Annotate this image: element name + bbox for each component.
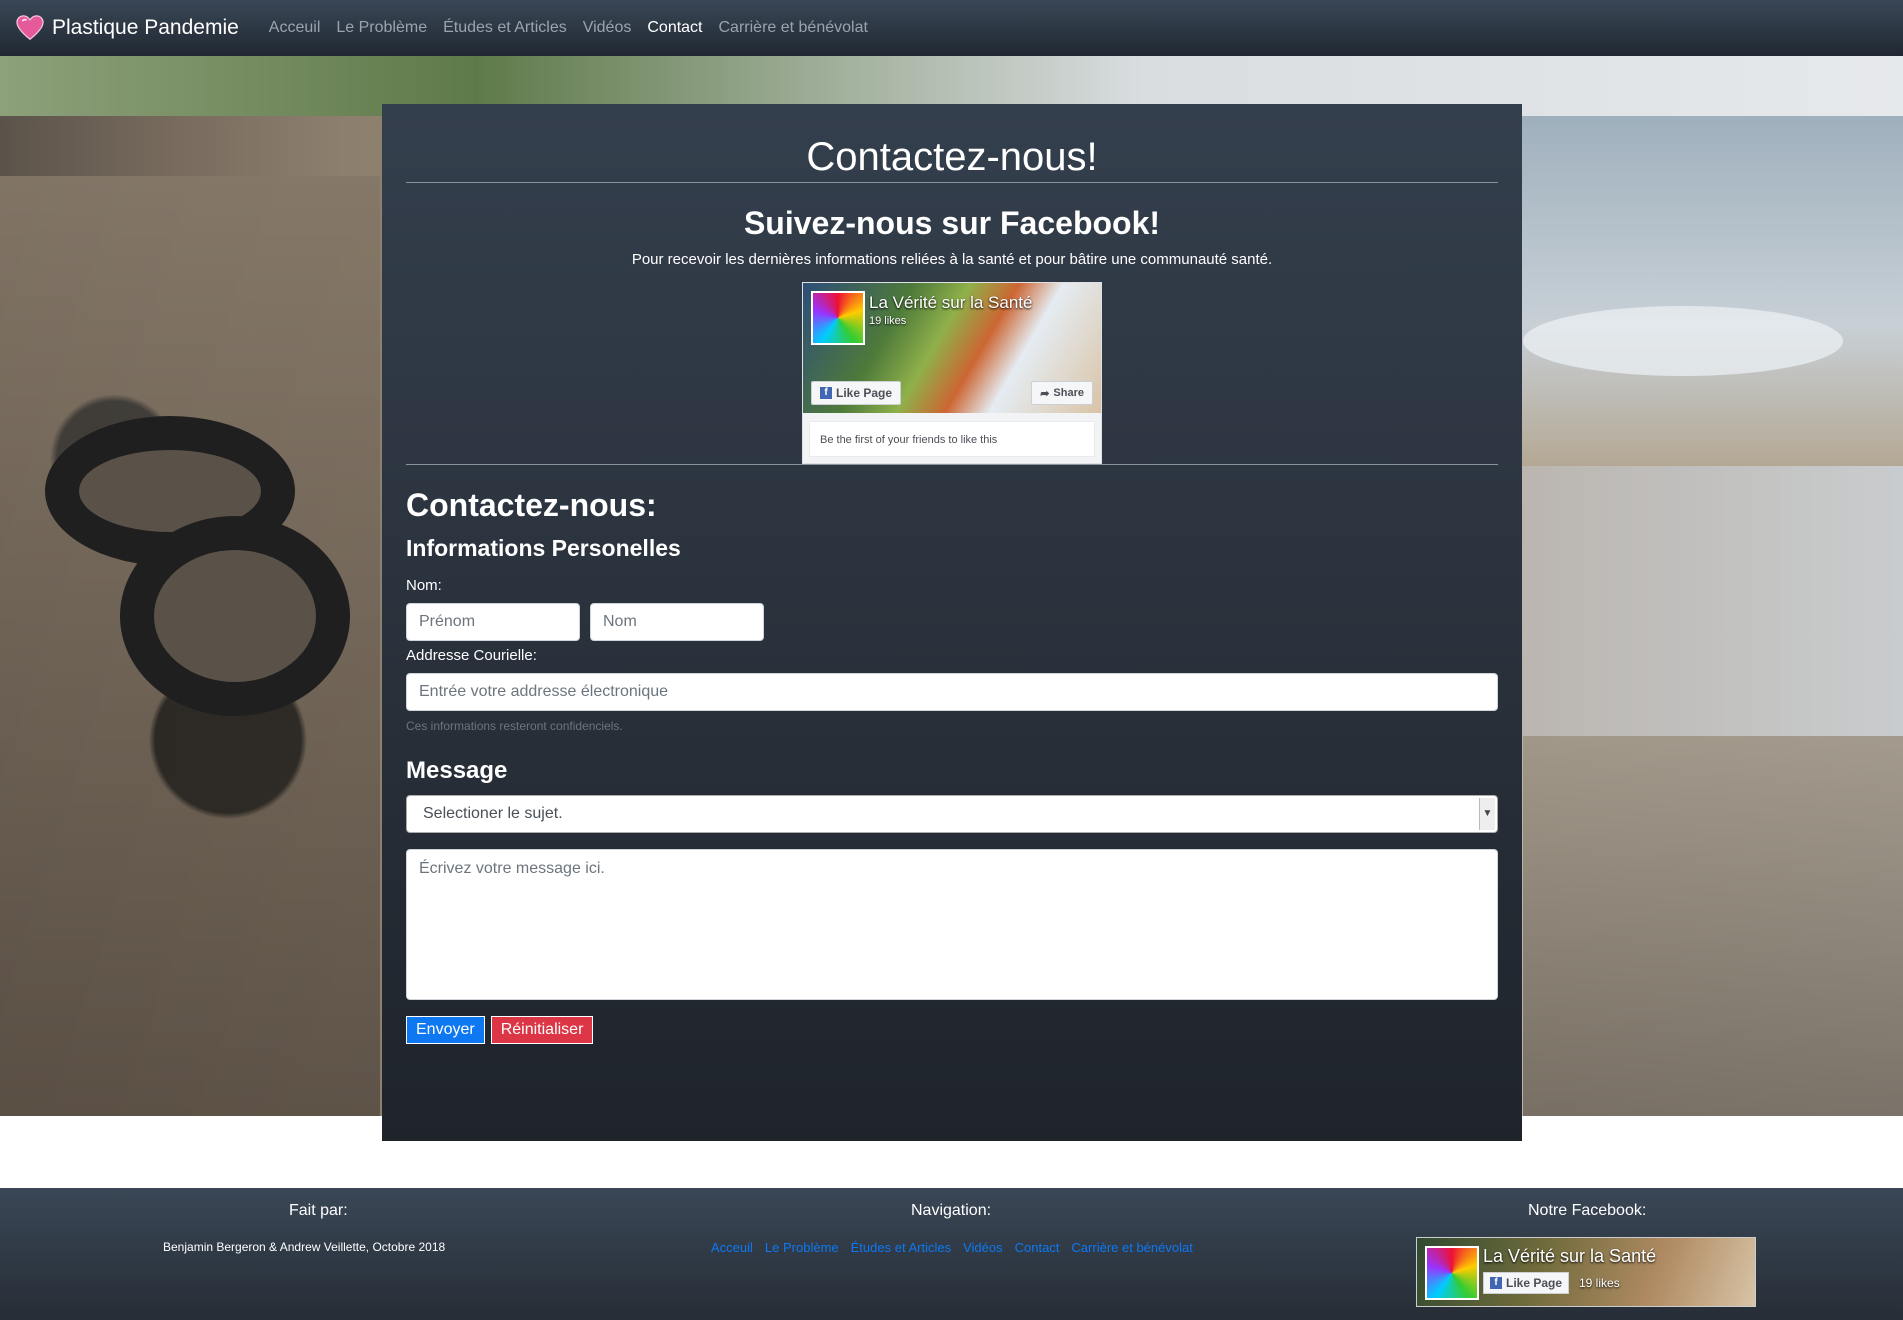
form-subheading: Informations Personelles [406,535,681,561]
chevron-down-icon[interactable]: ▼ [1479,798,1495,830]
footer-made-by-title: Fait par: [289,1202,348,1219]
contact-card: Contactez-nous! Suivez-nous sur Facebook… [382,104,1522,1141]
heart-icon [16,15,44,41]
footer-facebook-likes: 19 likes [1579,1276,1620,1290]
facebook-heading: Suivez-nous sur Facebook! [743,205,1161,241]
footer-link-etudes[interactable]: Études et Articles [851,1240,951,1255]
facebook-share-label: Share [1053,387,1084,399]
facebook-likes-count: 19 likes [869,315,907,327]
last-name-input[interactable]: Nom [590,603,764,641]
facebook-page-name[interactable]: La Vérité sur la Santé [869,293,1032,313]
facebook-friends-text: Be the first of your friends to like thi… [809,421,1095,457]
facebook-page-logo [1425,1246,1479,1300]
footer-link-probleme[interactable]: Le Problème [765,1240,839,1255]
divider [406,464,1498,465]
first-name-input[interactable]: Prénom [406,603,580,641]
footer-link-carriere[interactable]: Carrière et bénévolat [1071,1240,1192,1255]
email-hint: Ces informations resteront confidenciels… [406,719,623,733]
nav-link-videos[interactable]: Vidéos [583,19,632,37]
page-title: Contactez-nous! [806,135,1098,179]
footer-link-contact[interactable]: Contact [1015,1240,1060,1255]
facebook-page-widget[interactable]: La Vérité sur la Santé 19 likes f Like P… [802,282,1102,464]
footer-nav-links: Acceuil Le Problème Études et Articles V… [711,1240,1193,1255]
footer-link-acceuil[interactable]: Acceuil [711,1240,753,1255]
facebook-like-label: Like Page [836,386,893,400]
share-icon: ➦ [1040,387,1050,400]
facebook-like-button[interactable]: f Like Page [811,381,902,405]
nav-link-carriere[interactable]: Carrière et bénévolat [719,19,868,37]
footer-facebook-page-name[interactable]: La Vérité sur la Santé [1483,1246,1656,1267]
reset-button[interactable]: Réinitialiser [490,1016,594,1044]
submit-button[interactable]: Envoyer [406,1016,485,1044]
brand-name: Plastique Pandemie [52,16,239,39]
top-navbar: Plastique Pandemie Acceuil Le Problème É… [0,0,1903,56]
footer-facebook-widget[interactable]: La Vérité sur la Santé f Like Page 19 li… [1416,1237,1756,1307]
name-label: Nom: [406,577,442,594]
name-row: Prénom Nom [406,603,1498,641]
nav-links: Acceuil Le Problème Études et Articles V… [269,19,884,37]
subject-select-value: Selectioner le sujet. [423,805,563,822]
facebook-share-button[interactable]: ➦ Share [1031,381,1093,405]
footer-credit: Benjamin Bergeron & Andrew Veillette, Oc… [163,1240,446,1254]
footer-link-videos[interactable]: Vidéos [963,1240,1003,1255]
brand-link[interactable]: Plastique Pandemie [16,15,239,41]
message-textarea[interactable]: Écrivez votre message ici. [406,849,1498,1000]
form-heading: Contactez-nous: [406,487,657,523]
email-label: Addresse Courielle: [406,647,537,664]
facebook-description: Pour recevoir les dernières informations… [631,251,1273,268]
nav-link-acceuil[interactable]: Acceuil [269,19,321,37]
email-input[interactable]: Entrée votre addresse électronique [406,673,1498,711]
nav-link-etudes[interactable]: Études et Articles [443,19,567,37]
facebook-icon: f [820,387,832,399]
footer-facebook-title: Notre Facebook: [1528,1202,1647,1219]
facebook-page-logo [811,291,865,345]
nav-link-contact[interactable]: Contact [647,19,702,37]
facebook-cover-image: La Vérité sur la Santé 19 likes f Like P… [803,283,1101,413]
footer-navigation-title: Navigation: [911,1202,992,1219]
footer-facebook-like-label: Like Page [1506,1276,1563,1290]
form-buttons: Envoyer Réinitialiser [406,1016,1498,1044]
footer: Fait par: Benjamin Bergeron & Andrew Vei… [0,1188,1903,1320]
nav-link-probleme[interactable]: Le Problème [336,19,427,37]
footer-facebook-like-button[interactable]: f Like Page [1483,1272,1570,1294]
message-heading: Message [406,757,508,784]
divider [406,182,1498,183]
subject-select[interactable]: Selectioner le sujet. ▼ [406,795,1498,833]
facebook-icon: f [1490,1277,1502,1289]
